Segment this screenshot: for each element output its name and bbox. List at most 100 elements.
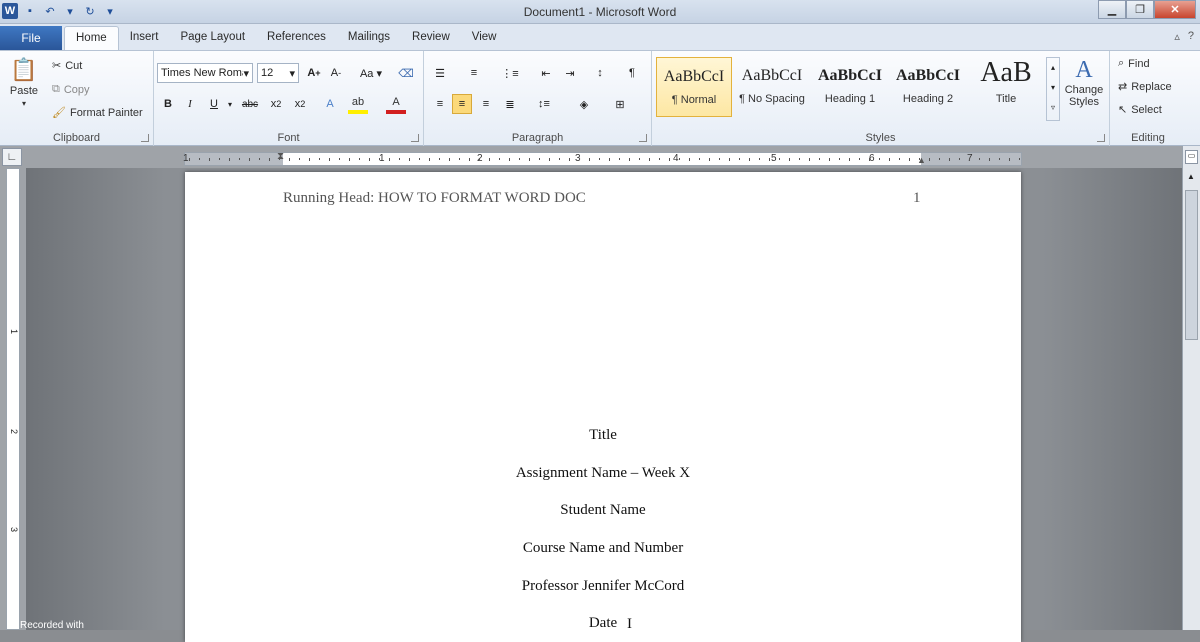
multilevel-list-icon[interactable]: ⋮≡ — [500, 63, 520, 83]
dialog-launcher-icon[interactable] — [411, 134, 419, 142]
font-color-button[interactable]: A — [386, 94, 406, 114]
bold-button[interactable]: B — [158, 94, 178, 114]
replace-button[interactable]: ⇄ Replace — [1118, 80, 1172, 94]
horizontal-ruler[interactable]: 1 1 2 3 4 5 6 7 ⧗ ▲ — [183, 151, 1022, 166]
justify-icon[interactable]: ≣ — [500, 94, 520, 114]
font-size-combobox[interactable]: 12 ▾ — [257, 63, 299, 83]
tab-insert[interactable]: Insert — [119, 26, 170, 50]
tab-references[interactable]: References — [256, 26, 337, 50]
ruler-tick — [429, 158, 430, 161]
shrink-font-button[interactable]: A- — [326, 63, 346, 83]
ruler-tick — [409, 158, 410, 161]
borders-icon[interactable]: ⊞ — [610, 94, 630, 114]
numbering-icon[interactable]: ≡ — [464, 63, 484, 83]
ruler-tick — [349, 158, 350, 161]
highlight-color-button[interactable]: ab — [348, 94, 368, 114]
change-styles-icon: A — [1075, 57, 1093, 83]
decrease-indent-icon[interactable]: ⇤ — [536, 63, 556, 83]
style-title[interactable]: AaB Title — [968, 57, 1044, 117]
ruler-tick — [399, 158, 400, 160]
line-spacing-icon[interactable]: ↕≡ — [534, 94, 554, 114]
page-number[interactable]: 1 — [913, 190, 921, 207]
vertical-scrollbar[interactable]: ▭ ▲ — [1182, 146, 1200, 630]
view-ruler-icon[interactable]: ▭ — [1185, 150, 1198, 164]
chevron-down-icon: ▾ — [289, 67, 295, 80]
close-button[interactable]: ✕ — [1154, 0, 1196, 19]
dialog-launcher-icon[interactable] — [141, 134, 149, 142]
paste-button[interactable]: 📋 Paste ▾ — [6, 57, 42, 108]
title-line[interactable]: Title — [185, 427, 1021, 444]
dialog-launcher-icon[interactable] — [1097, 134, 1105, 142]
course-line[interactable]: Course Name and Number — [185, 540, 1021, 557]
ruler-tick — [519, 158, 520, 160]
ruler-tick — [559, 158, 560, 160]
align-center-icon[interactable]: ≡ — [452, 94, 472, 114]
scroll-up-icon[interactable]: ▲ — [1187, 172, 1195, 181]
tab-home[interactable]: Home — [64, 26, 119, 50]
ruler-tick — [719, 158, 720, 160]
ruler-tick — [1009, 158, 1010, 161]
tab-selector-button[interactable]: ∟ — [2, 148, 22, 166]
italic-button[interactable]: I — [180, 94, 200, 114]
tab-mailings[interactable]: Mailings — [337, 26, 401, 50]
student-name-line[interactable]: Student Name — [185, 502, 1021, 519]
strikethrough-button[interactable]: abc — [240, 94, 260, 114]
align-right-icon[interactable]: ≡ — [476, 94, 496, 114]
text-effects-button[interactable]: A — [320, 94, 340, 114]
ruler-tick — [1019, 158, 1020, 160]
ruler-tick — [949, 158, 950, 161]
cut-button[interactable]: ✂ Cut — [52, 59, 82, 73]
format-painter-button[interactable]: 🖌 Format Painter — [52, 106, 143, 120]
select-button[interactable]: ↖ Select — [1118, 103, 1162, 117]
maximize-button[interactable]: ❐ — [1126, 0, 1154, 19]
clear-formatting-icon[interactable]: ⌫ — [396, 63, 416, 83]
ruler-tick — [979, 158, 980, 160]
tab-view[interactable]: View — [461, 26, 508, 50]
font-name-combobox[interactable]: Times New Roman▾ — [157, 63, 253, 83]
style-heading-1[interactable]: AaBbCcI Heading 1 — [812, 57, 888, 117]
date-line[interactable]: Date — [185, 615, 1021, 632]
styles-scroll[interactable]: ▴ ▾ ▿ — [1046, 57, 1060, 121]
find-button[interactable]: ⌕ Find — [1118, 57, 1150, 70]
vertical-ruler[interactable]: 1 2 3 — [6, 168, 20, 630]
scrollbar-thumb[interactable] — [1185, 190, 1198, 340]
indent-marker-icon[interactable]: ⧗ — [277, 151, 284, 162]
ruler-tick — [299, 158, 300, 160]
minimize-button[interactable]: ▁ — [1098, 0, 1126, 19]
grow-font-button[interactable]: A + — [304, 63, 324, 83]
professor-line[interactable]: Professor Jennifer McCord — [185, 578, 1021, 595]
show-formatting-marks-icon[interactable]: ¶ — [622, 63, 642, 83]
change-styles-button[interactable]: A Change Styles — [1062, 57, 1106, 108]
shading-icon[interactable]: ◈ — [574, 94, 594, 114]
change-case-button[interactable]: Aa ▾ — [356, 63, 386, 83]
ruler-tick — [489, 158, 490, 161]
running-head[interactable]: Running Head: HOW TO FORMAT WORD DOC — [283, 190, 586, 207]
align-left-icon[interactable]: ≡ — [430, 94, 450, 114]
bullets-icon[interactable]: ☰ — [430, 63, 450, 83]
help-icon[interactable]: ? — [1188, 30, 1194, 43]
increase-indent-icon[interactable]: ⇥ — [560, 63, 580, 83]
style-heading-2[interactable]: AaBbCcI Heading 2 — [890, 57, 966, 117]
style-normal[interactable]: AaBbCcI ¶ Normal — [656, 57, 732, 117]
tab-page-layout[interactable]: Page Layout — [169, 26, 256, 50]
subscript-button[interactable]: x2 — [266, 94, 286, 114]
ruler-tick — [849, 158, 850, 161]
right-indent-marker-icon[interactable]: ▲ — [917, 155, 926, 165]
style-no-spacing[interactable]: AaBbCcI ¶ No Spacing — [734, 57, 810, 117]
paintbrush-icon: 🖌 — [52, 107, 66, 119]
ruler-tick — [929, 158, 930, 161]
sort-icon[interactable]: ↕ — [590, 63, 610, 83]
copy-button[interactable]: ⧉ Copy — [52, 83, 90, 96]
ribbon-tab-bar: File Home Insert Page Layout References … — [0, 24, 1200, 50]
dialog-launcher-icon[interactable] — [639, 134, 647, 142]
assignment-line[interactable]: Assignment Name – Week X — [185, 465, 1021, 482]
superscript-button[interactable]: x2 — [290, 94, 310, 114]
tab-review[interactable]: Review — [401, 26, 461, 50]
chevron-down-icon[interactable]: ▾ — [220, 94, 240, 114]
minimize-ribbon-icon[interactable]: ▵ — [1174, 30, 1180, 43]
editing-group: ⌕ Find ⇄ Replace ↖ Select Editing — [1110, 51, 1186, 146]
ruler-tick — [919, 158, 920, 160]
tab-file[interactable]: File — [0, 26, 62, 50]
ruler-tick — [969, 158, 970, 161]
document-page[interactable]: Running Head: HOW TO FORMAT WORD DOC 1 T… — [185, 172, 1021, 642]
